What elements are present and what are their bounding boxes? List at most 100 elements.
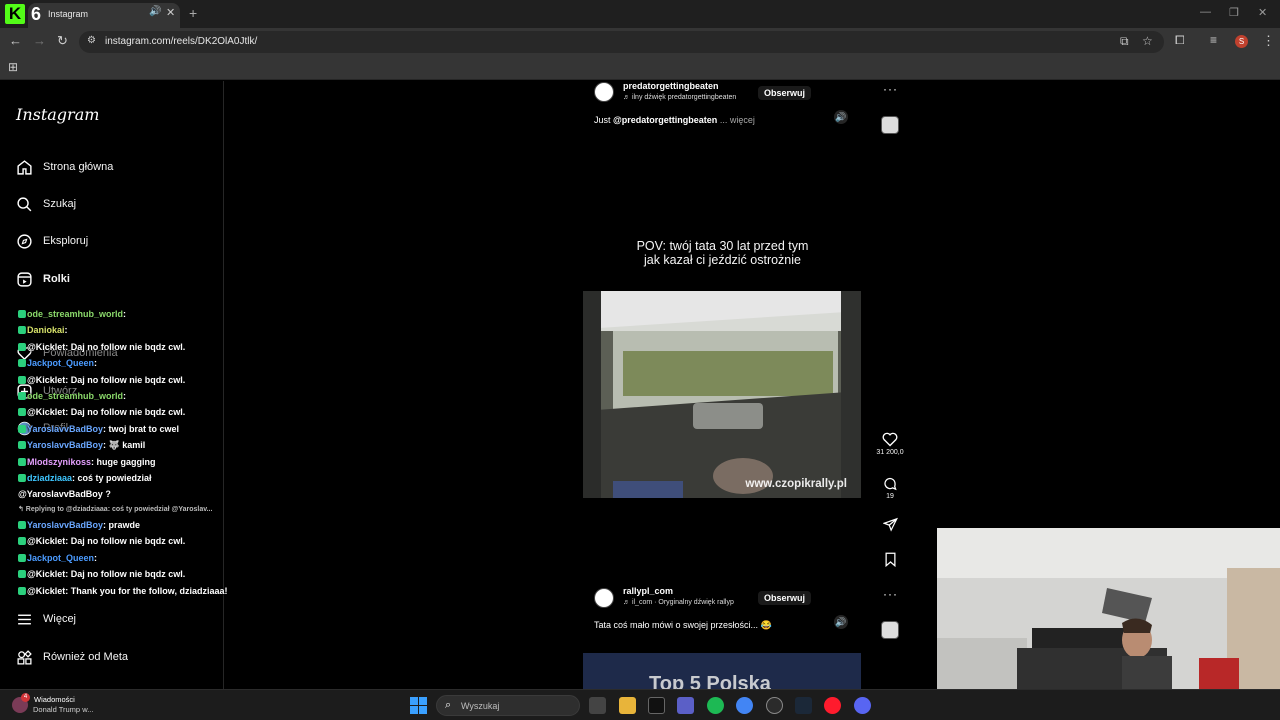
- profile-avatar[interactable]: S: [1235, 35, 1248, 48]
- chat-badge-icon: [18, 457, 26, 466]
- chat-message: Daniokai:: [18, 322, 248, 338]
- chat-message: @Kicklet: Daj no follow nie bqdz cwl.: [18, 339, 248, 355]
- chat-message: ode_streamhub_world:: [18, 388, 248, 404]
- close-tab-icon[interactable]: ✕: [166, 6, 175, 19]
- audio-thumbnail[interactable]: [881, 621, 899, 639]
- steam-icon[interactable]: [795, 697, 812, 714]
- chat-username[interactable]: @Kicklet: [27, 407, 65, 417]
- bookmark-star-icon[interactable]: ☆: [1142, 34, 1153, 48]
- chat-username[interactable]: @Kicklet: [27, 569, 65, 579]
- chat-username[interactable]: ode_streamhub_world: [27, 309, 123, 319]
- kick-logo-icon[interactable]: K: [5, 4, 25, 24]
- reel-author[interactable]: rallypl_com: [623, 586, 673, 596]
- news-title[interactable]: Wiadomości: [34, 695, 75, 704]
- sidebar-item-meta[interactable]: Również od Meta: [16, 645, 128, 669]
- close-window-icon[interactable]: ✕: [1258, 6, 1267, 19]
- like-button[interactable]: 31 200,0: [876, 432, 904, 456]
- chat-text: Thank you for the follow, dziadziaaa!: [68, 585, 228, 596]
- chat-username[interactable]: YaroslavvBadBoy: [27, 424, 103, 434]
- reel-video[interactable]: www.czopikrally.pl: [583, 291, 861, 498]
- chat-username[interactable]: @Kicklet: [27, 342, 65, 352]
- share-button[interactable]: [876, 517, 904, 532]
- chat-message: YaroslavvBadBoy: 🐺 kamil: [18, 437, 248, 453]
- caption-mention[interactable]: @predatorgettingbeaten: [613, 115, 717, 125]
- apps-grid-icon[interactable]: ⊞: [8, 60, 18, 74]
- install-app-icon[interactable]: ⧉: [1120, 34, 1129, 49]
- volume-icon[interactable]: 🔊: [834, 615, 848, 629]
- chat-username[interactable]: YaroslavvBadBoy: [27, 440, 103, 450]
- chat-username[interactable]: YaroslavvBadBoy: [27, 520, 103, 530]
- news-headline[interactable]: Donald Trump w...: [33, 705, 93, 714]
- follow-button[interactable]: Obserwuj: [758, 86, 812, 100]
- sidebar-item-reels[interactable]: Rolki: [16, 267, 70, 291]
- opera-gx-icon[interactable]: [824, 697, 841, 714]
- teams-icon[interactable]: [677, 697, 694, 714]
- address-bar[interactable]: ⚙ instagram.com/reels/DK2OlA0Jtlk/ ⧉ ☆: [79, 31, 1164, 53]
- windows-start-icon[interactable]: [410, 697, 427, 714]
- chat-badge-icon: [18, 375, 26, 384]
- audio-thumbnail[interactable]: [881, 116, 899, 134]
- sidebar-item-explore[interactable]: Eksploruj: [16, 229, 88, 253]
- minimize-icon[interactable]: —: [1200, 6, 1211, 18]
- chat-username[interactable]: Daniokai: [27, 325, 65, 335]
- instagram-logo[interactable]: Instagram: [16, 105, 99, 124]
- file-explorer-icon[interactable]: [619, 697, 636, 714]
- chat-username[interactable]: Jackpot_Queen: [27, 358, 94, 368]
- chat-username[interactable]: Mlodszynikoss: [27, 457, 91, 467]
- obs-icon[interactable]: [766, 697, 783, 714]
- sidebar-item-search[interactable]: Szukaj: [16, 192, 76, 216]
- taskbar-search[interactable]: ⌕ Wyszukaj: [436, 695, 580, 716]
- chat-badge-icon: [18, 342, 26, 351]
- epic-games-icon[interactable]: [648, 697, 665, 714]
- volume-icon[interactable]: 🔊: [834, 110, 848, 124]
- next-reel-video[interactable]: Top 5 Polska: [583, 653, 861, 689]
- chat-username[interactable]: @Kicklet: [27, 536, 65, 546]
- author-avatar[interactable]: [594, 82, 614, 102]
- task-view-icon[interactable]: [589, 697, 606, 714]
- sidebar-item-home[interactable]: Strona główna: [16, 155, 113, 179]
- chat-username[interactable]: Jackpot_Queen: [27, 553, 94, 563]
- tab-instagram[interactable]: 6 Instagram 🔊 ✕: [28, 3, 180, 28]
- media-controls-icon[interactable]: ≡: [1210, 33, 1217, 47]
- spotify-icon[interactable]: [707, 697, 724, 714]
- comment-button[interactable]: 19: [876, 476, 904, 500]
- back-icon[interactable]: ←: [9, 33, 22, 48]
- forward-icon[interactable]: →: [33, 33, 46, 48]
- chat-username[interactable]: @Kicklet: [27, 586, 65, 596]
- author-avatar[interactable]: [594, 588, 614, 608]
- speaker-icon[interactable]: 🔊: [149, 6, 161, 17]
- chat-badge-icon: [18, 359, 26, 368]
- chat-text: prawde: [106, 519, 141, 530]
- save-button[interactable]: [876, 552, 904, 567]
- reel-caption[interactable]: Tata coś mało mówi o swojej przesłości..…: [594, 620, 772, 631]
- more-options-icon[interactable]: ···: [883, 82, 898, 96]
- site-info-icon[interactable]: ⚙: [87, 35, 96, 46]
- reel-audio[interactable]: ♬ il_com · Oryginalny dźwięk rallyp: [623, 599, 734, 606]
- navigation-bar: ← → ↻ ⚙ instagram.com/reels/DK2OlA0Jtlk/…: [0, 28, 1280, 56]
- sidebar-item-label: Rolki: [43, 273, 70, 285]
- reel-caption[interactable]: Just @predatorgettingbeaten ... więcej: [594, 115, 755, 125]
- chat-username[interactable]: dziadziaaa: [27, 473, 72, 483]
- send-icon: [882, 517, 898, 532]
- sidebar-item-more[interactable]: Więcej: [16, 607, 76, 631]
- chat-message: @Kicklet: Daj no follow nie bqdz cwl.: [18, 404, 248, 420]
- more-options-icon[interactable]: ···: [883, 587, 898, 601]
- caption-text: Just: [594, 115, 614, 125]
- new-tab-icon[interactable]: +: [189, 5, 197, 21]
- reload-icon[interactable]: ↻: [57, 33, 68, 49]
- chrome-icon[interactable]: [736, 697, 753, 714]
- chat-separator: :: [123, 391, 127, 402]
- caption-more[interactable]: ... więcej: [717, 115, 755, 125]
- extensions-icon[interactable]: ⧠: [1175, 33, 1185, 48]
- url-text[interactable]: instagram.com/reels/DK2OlA0Jtlk/: [105, 36, 257, 47]
- restore-icon[interactable]: ❐: [1229, 6, 1239, 19]
- reel-author[interactable]: predatorgettingbeaten: [623, 81, 719, 91]
- discord-icon[interactable]: [854, 697, 871, 714]
- follow-button[interactable]: Obserwuj: [758, 591, 812, 605]
- reels-icon: [17, 271, 32, 287]
- menu-dots-icon[interactable]: ⋮: [1262, 33, 1275, 49]
- reel-audio[interactable]: ♬ ilny dźwięk predatorgettingbeaten: [623, 94, 736, 101]
- chat-username[interactable]: @Kicklet: [27, 375, 65, 385]
- chat-username[interactable]: ode_streamhub_world: [27, 391, 123, 401]
- sidebar-item-label: Więcej: [43, 613, 77, 625]
